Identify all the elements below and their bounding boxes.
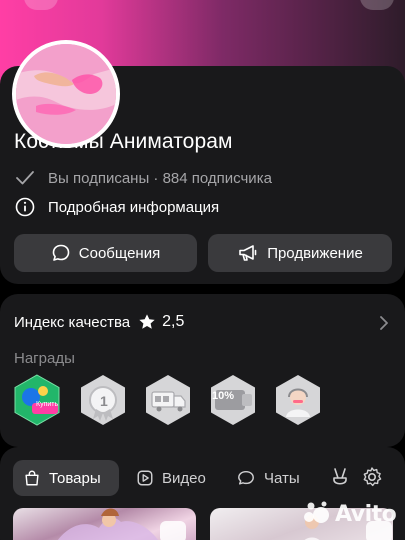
messages-button[interactable]: Сообщения — [14, 234, 197, 272]
buy-badge-icon — [14, 374, 60, 426]
play-icon — [137, 470, 153, 486]
quality-index[interactable]: Индекс качества 2,5 — [14, 313, 184, 331]
favorite-button[interactable] — [160, 521, 186, 540]
delivery-badge-icon — [146, 375, 190, 425]
tab-video[interactable]: Видео — [126, 460, 216, 496]
promotion-label: Продвижение — [267, 244, 363, 262]
avito-watermark: Avito — [301, 501, 397, 527]
avatar-image — [16, 44, 116, 144]
buy-badge[interactable] — [10, 373, 64, 427]
tab-products[interactable]: Товары — [13, 460, 119, 496]
discount-badge-text: 10% — [212, 390, 235, 402]
settings-button[interactable] — [361, 466, 383, 493]
awards-label: Награды — [14, 350, 75, 367]
gear-icon — [363, 467, 382, 487]
tab-chats-label: Чаты — [264, 469, 300, 487]
support-badge-icon — [276, 375, 320, 425]
star-icon — [139, 314, 155, 329]
messages-label: Сообщения — [78, 244, 161, 262]
details-link[interactable]: Подробная информация — [14, 196, 219, 218]
message-icon — [52, 244, 70, 261]
avito-watermark-text: Avito — [335, 501, 397, 527]
info-icon — [14, 196, 36, 218]
avito-logo-icon — [304, 501, 329, 523]
tab-products-label: Товары — [49, 469, 101, 487]
check-icon — [14, 167, 36, 189]
one-year-badge-text: 1 — [100, 393, 108, 409]
promotion-button[interactable]: Продвижение — [208, 234, 392, 272]
avatar[interactable] — [12, 40, 120, 148]
details-text: Подробная информация — [48, 198, 220, 216]
megaphone-icon — [239, 245, 257, 261]
quality-label: Индекс качества — [14, 313, 131, 331]
subscription-text: Вы подписаны · 884 подписчика — [48, 169, 272, 187]
delivery-badge[interactable] — [141, 373, 195, 427]
hand-icon — [333, 468, 347, 485]
bag-icon — [25, 470, 39, 486]
buy-badge-text: Купить — [36, 401, 59, 408]
tab-more[interactable] — [330, 466, 350, 493]
support-badge[interactable] — [271, 373, 325, 427]
quality-value: 2,5 — [162, 313, 185, 330]
chevron-right-icon[interactable] — [379, 315, 389, 331]
tab-video-label: Видео — [162, 469, 206, 487]
chat-icon — [238, 470, 254, 485]
subscription-status[interactable]: Вы подписаны · 884 подписчика — [14, 167, 272, 189]
tab-chats[interactable]: Чаты — [226, 460, 310, 496]
